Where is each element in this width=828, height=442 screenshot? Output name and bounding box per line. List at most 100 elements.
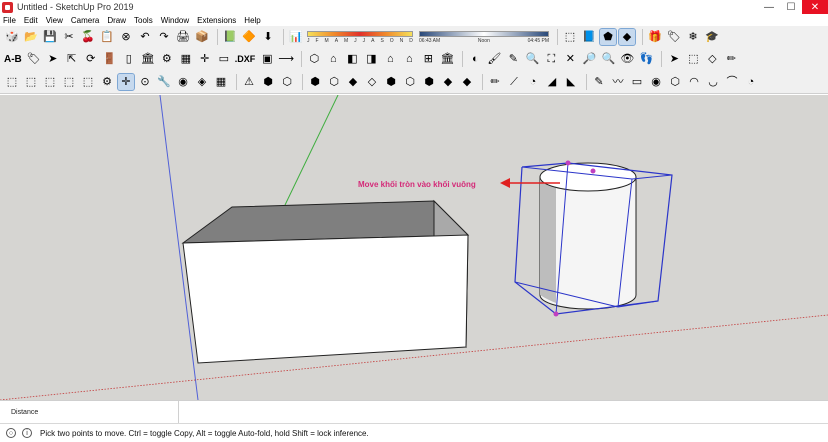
shadow-date-slider[interactable]: J F M A M J J A S O N D <box>307 30 413 44</box>
undo-icon[interactable]: ↶ <box>137 29 153 45</box>
print-icon[interactable]: 🖨 <box>175 29 191 45</box>
line-tool-icon[interactable]: ✏ <box>723 51 739 67</box>
zoom-extents-icon[interactable]: ✕ <box>562 51 578 67</box>
settings-gear-icon[interactable]: ⚙ <box>159 51 175 67</box>
look-around-icon[interactable]: 👁 <box>619 51 635 67</box>
trim-icon[interactable]: ⬡ <box>326 74 342 90</box>
door-icon[interactable]: 🚪 <box>102 51 118 67</box>
download-icon[interactable]: ⬇ <box>260 29 276 45</box>
component-icon[interactable]: 📘 <box>581 29 597 45</box>
erase-icon[interactable]: ⊗ <box>118 29 134 45</box>
menu-edit[interactable]: Edit <box>24 16 38 25</box>
curve-icon[interactable]: 〰 <box>610 74 626 90</box>
dimension-icon[interactable]: ◢ <box>544 74 560 90</box>
warning-icon[interactable]: ⚠ <box>241 74 257 90</box>
style-shaded-icon[interactable]: ◆ <box>618 28 636 46</box>
box-front-face[interactable] <box>182 234 469 364</box>
from-scratch-icon[interactable]: ⬡ <box>402 74 418 90</box>
left-view-icon[interactable]: ⌂ <box>401 51 417 67</box>
split-icon[interactable]: ◆ <box>345 74 361 90</box>
top-view-icon[interactable]: ⊞ <box>420 51 436 67</box>
polygon-icon[interactable]: ⬡ <box>667 74 683 90</box>
menu-window[interactable]: Window <box>161 16 189 25</box>
rotate-icon[interactable]: ⟳ <box>83 51 99 67</box>
rectangle-icon[interactable]: ▭ <box>629 74 645 90</box>
menu-extensions[interactable]: Extensions <box>197 16 236 25</box>
union-icon[interactable]: ⬡ <box>279 74 295 90</box>
save-icon[interactable]: 💾 <box>42 29 58 45</box>
new-model-icon[interactable]: 🎲 <box>4 29 20 45</box>
paste-icon[interactable]: 📋 <box>99 29 115 45</box>
geo-location-icon[interactable]: ○ <box>6 428 16 438</box>
pen-icon[interactable]: ✏ <box>487 74 503 90</box>
solid-tools-icon[interactable]: ▦ <box>213 74 229 90</box>
front-view-icon[interactable]: ◧ <box>344 51 360 67</box>
search-icon[interactable]: 🔍 <box>600 51 616 67</box>
make-component-icon[interactable]: ⬚ <box>685 51 701 67</box>
move-tool-icon[interactable]: ✛ <box>117 73 135 91</box>
arc-icon[interactable]: ◠ <box>686 74 702 90</box>
offset-icon[interactable]: ◉ <box>175 74 191 90</box>
crosshair-icon[interactable]: ✛ <box>197 51 213 67</box>
viewport-scene[interactable] <box>0 95 828 400</box>
column-icon[interactable]: 🏛 <box>140 51 156 67</box>
info-icon[interactable]: i <box>22 428 32 438</box>
protractor-icon[interactable]: ◔ <box>525 74 541 90</box>
pie-icon[interactable]: ◔ <box>743 74 759 90</box>
style-xray-icon[interactable]: ⬟ <box>599 28 617 46</box>
extension-warehouse-icon[interactable]: 🎁 <box>647 29 663 45</box>
push-pull-icon[interactable]: ⊙ <box>137 74 153 90</box>
grip-point[interactable] <box>553 311 559 317</box>
walk-icon[interactable]: 👣 <box>638 51 654 67</box>
style-settings-icon[interactable]: ⚙ <box>99 74 115 90</box>
menu-view[interactable]: View <box>46 16 63 25</box>
drape-icon[interactable]: ◆ <box>459 74 475 90</box>
style-backedges-icon[interactable]: ⬚ <box>80 74 96 90</box>
grip-point[interactable] <box>565 160 571 166</box>
style-wireframe-icon[interactable]: ⬚ <box>4 74 20 90</box>
arrow-right-icon[interactable]: ⟶ <box>278 51 294 67</box>
rectangle-frame-icon[interactable]: ▭ <box>216 51 232 67</box>
three-point-arc-icon[interactable]: ⌒ <box>724 74 740 90</box>
follow-me-icon[interactable]: 🔧 <box>156 74 172 90</box>
redo-icon[interactable]: ↷ <box>156 29 172 45</box>
bottom-view-icon[interactable]: 🏛 <box>439 51 455 67</box>
right-view-icon[interactable]: ◨ <box>363 51 379 67</box>
menu-help[interactable]: Help <box>244 16 260 25</box>
axes-icon[interactable]: ⬚ <box>562 29 578 45</box>
zoom-icon[interactable]: 🔍 <box>524 51 540 67</box>
back-view-icon[interactable]: ⌂ <box>382 51 398 67</box>
draw-line-icon[interactable]: ✎ <box>591 74 607 90</box>
minimize-button[interactable]: — <box>758 0 780 14</box>
grip-point[interactable] <box>590 168 596 174</box>
section-cut-icon[interactable]: 🔶 <box>241 29 257 45</box>
subtract-icon[interactable]: ⬢ <box>307 74 323 90</box>
outer-shell-icon[interactable]: ⬢ <box>260 74 276 90</box>
shadows-toggle-icon[interactable]: 📊 <box>288 29 304 45</box>
sandbox-icon[interactable]: ◇ <box>364 74 380 90</box>
select-icon[interactable]: ➤ <box>666 51 682 67</box>
menu-tools[interactable]: Tools <box>134 16 153 25</box>
shadow-time-bar[interactable] <box>419 30 549 37</box>
pencil-icon[interactable]: ✎ <box>505 51 521 67</box>
tag-tool-icon[interactable]: 🏷 <box>26 51 42 67</box>
zoom-window-icon[interactable]: ⛶ <box>543 51 559 67</box>
freehand-icon[interactable]: ⟋ <box>506 74 522 90</box>
text-tool-icon[interactable]: ◣ <box>563 74 579 90</box>
window-object-icon[interactable]: ▯ <box>121 51 137 67</box>
menu-file[interactable]: File <box>3 16 16 25</box>
eraser-icon[interactable]: ◇ <box>704 51 720 67</box>
dimension-ab-button[interactable]: A-B <box>4 54 22 65</box>
orbit-icon[interactable]: ◐ <box>467 51 483 67</box>
paint-bucket-icon[interactable]: 🖌 <box>486 51 502 67</box>
style-monochrome-icon[interactable]: ⬚ <box>61 74 77 90</box>
model-viewport[interactable]: Move khối tròn vào khối vuông <box>0 95 828 400</box>
home-icon[interactable]: ⌂ <box>325 51 341 67</box>
box-icon[interactable]: ▣ <box>259 51 275 67</box>
learn-icon[interactable]: 🎓 <box>704 29 720 45</box>
open-icon[interactable]: 📂 <box>23 29 39 45</box>
tag-icon[interactable]: 🏷 <box>666 29 682 45</box>
scale-icon[interactable]: ⇱ <box>64 51 80 67</box>
select-arrow-icon[interactable]: ➤ <box>45 51 61 67</box>
menu-camera[interactable]: Camera <box>71 16 99 25</box>
